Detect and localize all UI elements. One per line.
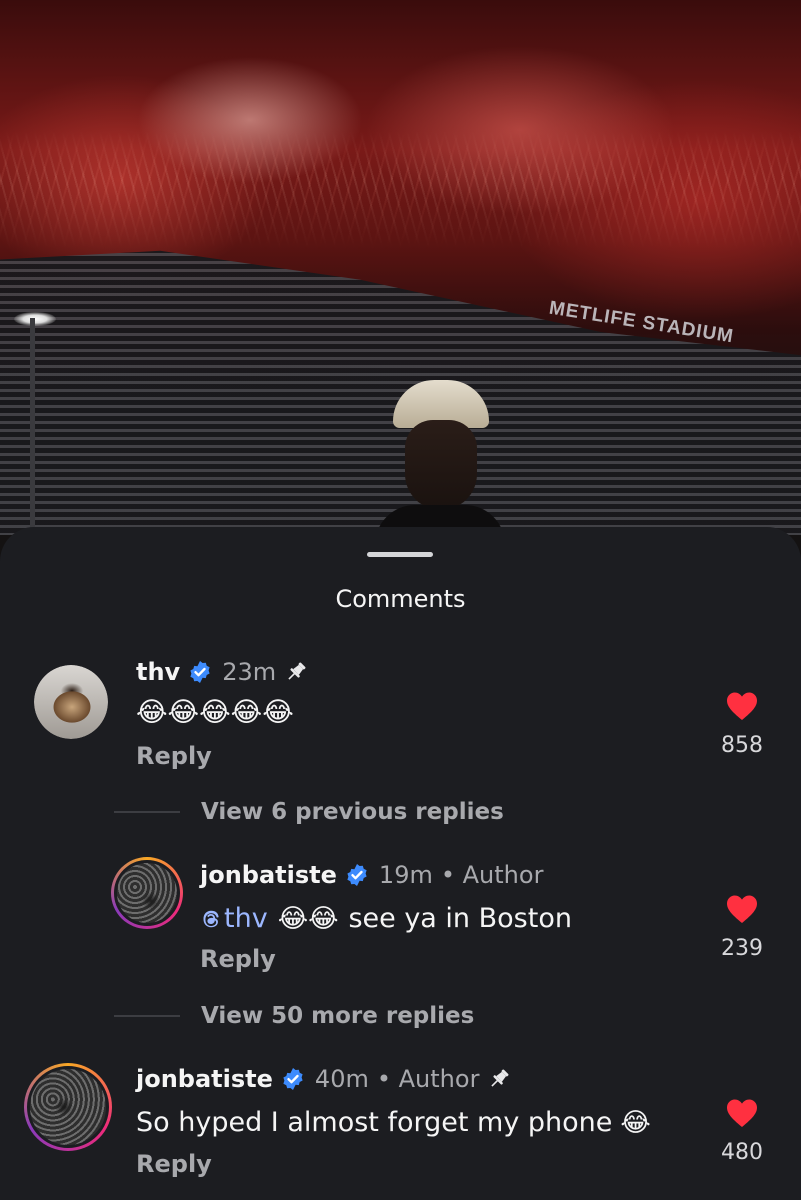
verified-badge-icon <box>345 863 369 887</box>
fireworks <box>0 130 801 250</box>
reply-button[interactable]: Reply <box>136 742 212 770</box>
heart-icon[interactable] <box>725 1097 759 1129</box>
verified-badge-icon <box>188 660 212 684</box>
like-count: 858 <box>721 733 763 758</box>
street-lamp <box>14 312 56 326</box>
thread-line <box>114 1015 180 1017</box>
comments-sheet: Comments thv 23m 😂😂😂😂😂 Reply 858 View 6 … <box>0 527 801 1200</box>
author-tag: • Author <box>440 861 544 889</box>
pin-icon <box>284 660 308 684</box>
heart-icon[interactable] <box>725 893 759 925</box>
verified-badge-icon <box>281 1067 305 1091</box>
sheet-title: Comments <box>335 585 466 613</box>
like-count: 480 <box>721 1140 763 1165</box>
username[interactable]: jonbatiste <box>200 861 337 889</box>
pin-icon <box>487 1067 511 1091</box>
timestamp: 23m <box>222 658 277 686</box>
emoji: 😂 <box>620 1107 651 1138</box>
view-previous-replies-label: View 6 previous replies <box>201 799 504 825</box>
timestamp: 19m <box>378 861 433 889</box>
username[interactable]: thv <box>136 658 180 686</box>
avatar[interactable] <box>24 1063 112 1151</box>
avatar[interactable] <box>111 857 183 929</box>
comment-text: 😂😂😂😂😂 <box>136 697 294 728</box>
person-figure <box>375 380 505 545</box>
author-tag: • Author <box>376 1065 480 1093</box>
lamp-post <box>30 318 35 548</box>
thread-line <box>114 811 180 813</box>
comment-text-row: So hyped I almost forget my phone 😂 <box>136 1107 651 1138</box>
mention-link[interactable]: thv <box>200 903 268 934</box>
view-previous-replies[interactable]: View 6 previous replies <box>114 799 504 825</box>
username[interactable]: jonbatiste <box>136 1065 273 1093</box>
view-more-replies-label: View 50 more replies <box>201 1003 475 1029</box>
sheet-grabber[interactable] <box>367 552 433 557</box>
comment-text: So hyped I almost forget my phone <box>136 1107 613 1138</box>
like-count: 239 <box>721 936 763 961</box>
timestamp: 40m <box>314 1065 369 1093</box>
avatar[interactable] <box>34 665 108 739</box>
comment-text: thv 😂😂 see ya in Boston <box>200 903 572 934</box>
reply-button[interactable]: Reply <box>136 1150 212 1178</box>
heart-icon[interactable] <box>725 690 759 722</box>
threads-icon <box>203 910 219 927</box>
comment-text-tail: see ya in Boston <box>348 903 572 934</box>
emoji: 😂😂 <box>277 903 339 934</box>
view-more-replies[interactable]: View 50 more replies <box>114 1003 474 1029</box>
reply-button[interactable]: Reply <box>200 945 276 973</box>
mention-username: thv <box>224 903 268 934</box>
